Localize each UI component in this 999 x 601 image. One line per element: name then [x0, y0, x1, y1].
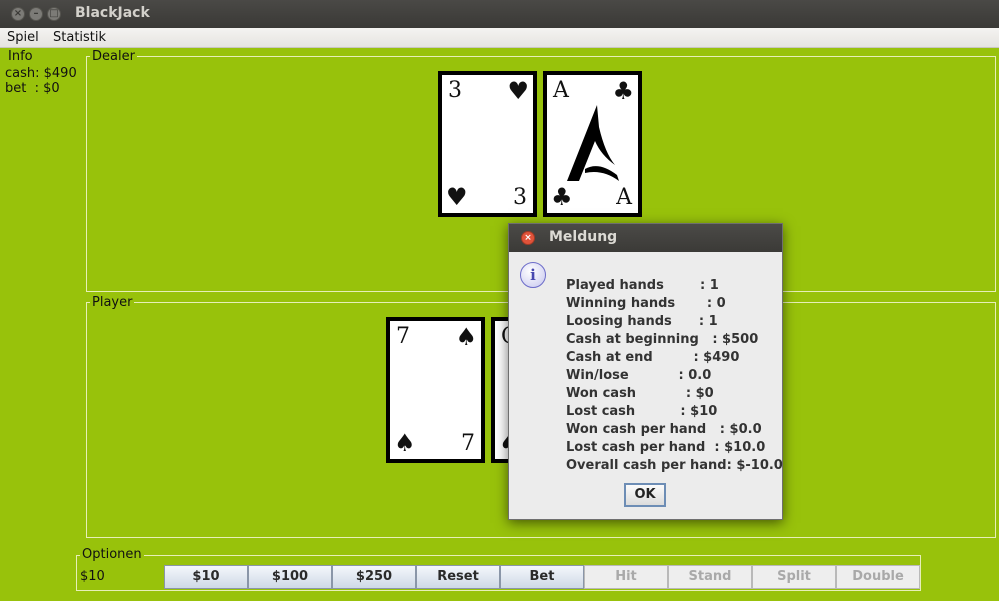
spade-icon: ♠: [455, 323, 477, 351]
spade-icon: ♠: [394, 429, 416, 457]
double-button[interactable]: Double: [836, 565, 920, 589]
bet-10-button[interactable]: $10: [164, 565, 248, 589]
stat-won-per-hand: Won cash per hand : $0.0: [566, 422, 762, 437]
stat-win-lose: Win/lose : 0.0: [566, 368, 712, 383]
info-icon: i: [520, 262, 546, 288]
reset-button[interactable]: Reset: [416, 565, 500, 589]
card-rank: A: [553, 78, 569, 103]
card-rank: 7: [461, 431, 475, 456]
ok-button[interactable]: OK: [624, 483, 666, 507]
dealer-card-1: 3 ♥ ♥ 3: [438, 71, 537, 217]
bet-label: bet : $0: [5, 81, 60, 96]
stat-cash-end: Cash at end : $490: [566, 350, 740, 365]
hit-button[interactable]: Hit: [584, 565, 668, 589]
current-bet-label: $10: [80, 569, 105, 584]
stat-won-cash: Won cash : $0: [566, 386, 714, 401]
heart-icon: ♥: [446, 183, 468, 211]
menu-spiel[interactable]: Spiel: [7, 30, 39, 45]
dealer-card-2: A ♣ ♣ A: [543, 71, 642, 217]
heart-icon: ♥: [507, 77, 529, 105]
bet-button[interactable]: Bet: [500, 565, 584, 589]
dialog-close-button[interactable]: ×: [521, 231, 535, 245]
player-card-1: 7 ♠ ♠ 7: [386, 317, 485, 463]
ace-emblem-icon: [567, 105, 619, 181]
minimize-window-button[interactable]: –: [29, 7, 43, 21]
bet-100-button[interactable]: $100: [248, 565, 332, 589]
stat-lost-per-hand: Lost cash per hand : $10.0: [566, 440, 766, 455]
stat-overall-per-hand: Overall cash per hand: $-10.0: [566, 458, 783, 473]
stat-cash-beginning: Cash at beginning : $500: [566, 332, 759, 347]
split-button[interactable]: Split: [752, 565, 836, 589]
stat-played-hands: Played hands : 1: [566, 278, 719, 293]
dialog-title: Meldung: [549, 229, 618, 245]
window-title: BlackJack: [75, 5, 150, 21]
card-rank: 3: [448, 78, 462, 103]
card-rank: 7: [396, 324, 410, 349]
bet-250-button[interactable]: $250: [332, 565, 416, 589]
info-title: Info: [8, 49, 33, 64]
close-window-button[interactable]: ×: [11, 7, 25, 21]
card-rank: A: [616, 185, 632, 210]
stand-button[interactable]: Stand: [668, 565, 752, 589]
window-titlebar: × – □ BlackJack: [0, 0, 999, 28]
maximize-window-button[interactable]: □: [47, 7, 61, 21]
stat-loosing-hands: Loosing hands : 1: [566, 314, 718, 329]
club-icon: ♣: [551, 183, 573, 211]
dialog-titlebar: × Meldung: [509, 224, 782, 252]
menu-statistik[interactable]: Statistik: [53, 30, 106, 45]
card-rank: 3: [513, 185, 527, 210]
stat-lost-cash: Lost cash : $10: [566, 404, 718, 419]
statistics-dialog: × Meldung i Played hands : 1 Winning han…: [508, 223, 783, 520]
player-panel-title: Player: [90, 295, 135, 310]
stat-winning-hands: Winning hands : 0: [566, 296, 726, 311]
dealer-panel-title: Dealer: [90, 49, 137, 64]
menu-bar: Spiel Statistik: [0, 28, 999, 48]
club-icon: ♣: [612, 77, 634, 105]
cash-label: cash: $490: [5, 66, 77, 81]
options-panel-title: Optionen: [80, 547, 144, 562]
